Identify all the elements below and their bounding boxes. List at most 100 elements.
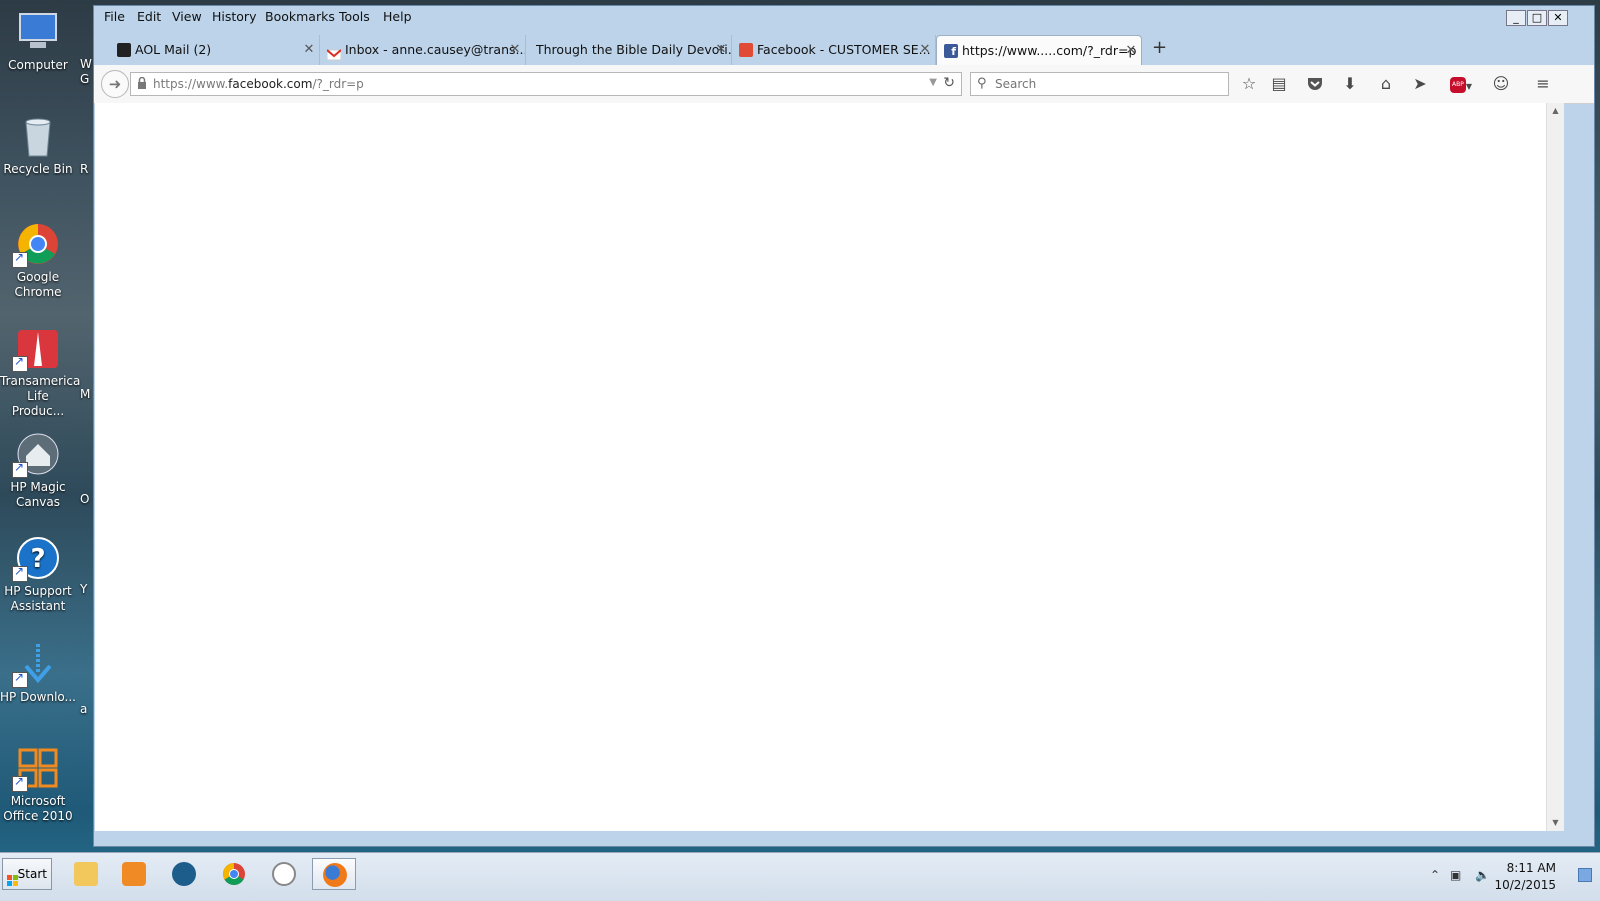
close-tab-icon[interactable]: ✕ — [714, 35, 728, 65]
desktop-icon-label: Google Chrome — [14, 270, 62, 299]
menu-history[interactable]: History — [212, 9, 256, 24]
shortcut-arrow-icon — [12, 564, 28, 582]
desktop-icon-transamerica[interactable]: Transamerica Life Produc... — [0, 326, 80, 419]
navigation-toolbar: ➜ https://www.facebook.com/?_rdr=p ▼ ↻ ⚲… — [94, 65, 1594, 104]
tab-title: Inbox - anne.causey@trans... — [345, 42, 526, 57]
clock-time[interactable]: 8:11 AM — [1507, 861, 1556, 875]
tab-facebook-active[interactable]: f https://www.....com/?_rdr=p ✕ — [936, 35, 1142, 65]
gmail-icon — [326, 43, 342, 61]
taskbar: Start ⌃ ▣ 🔈 8:11 AM 10/2/2015 — [0, 852, 1600, 901]
chrome-icon — [222, 862, 246, 886]
menu-edit[interactable]: Edit — [137, 9, 161, 24]
download-icon[interactable]: ⬇ — [1339, 74, 1361, 94]
reload-icon[interactable]: ↻ — [943, 75, 955, 91]
url-prefix: https://www. — [153, 77, 229, 91]
clipped-desktop-label: R — [80, 162, 89, 176]
volume-icon[interactable]: 🔈 — [1475, 868, 1490, 882]
scroll-up-icon[interactable]: ▲ — [1547, 103, 1564, 119]
shortcut-arrow-icon — [12, 354, 28, 372]
show-desktop-icon[interactable] — [1578, 868, 1592, 882]
page-content[interactable] — [95, 103, 1546, 831]
tab-title: Facebook - CUSTOMER SE... — [757, 42, 931, 57]
url-domain: facebook.com — [228, 77, 313, 91]
download-arrow-icon — [12, 642, 60, 688]
desktop-icon-label: HP Magic Canvas — [10, 480, 66, 509]
url-history-dropdown-icon[interactable]: ▼ — [929, 77, 937, 88]
taskbar-file-explorer[interactable] — [64, 858, 108, 890]
url-suffix: /?_rdr=p — [312, 77, 364, 91]
taskbar-hp[interactable] — [162, 858, 206, 890]
menu-tools[interactable]: Tools — [339, 9, 370, 24]
back-arrow-icon: ➜ — [108, 75, 122, 93]
bookmark-star-icon[interactable]: ☆ — [1238, 74, 1260, 94]
chevron-down-icon: ▼ — [1465, 82, 1473, 91]
clipped-desktop-label: M — [80, 387, 91, 401]
scroll-down-icon[interactable]: ▼ — [1547, 815, 1564, 831]
back-button[interactable]: ➜ — [101, 70, 129, 98]
reading-list-icon[interactable]: ▤ — [1268, 74, 1290, 94]
facebook-icon: f — [944, 44, 958, 58]
menu-view[interactable]: View — [172, 9, 202, 24]
url-bar[interactable]: https://www.facebook.com/?_rdr=p ▼ ↻ — [130, 72, 962, 96]
pocket-icon[interactable] — [1304, 74, 1326, 94]
close-tab-icon[interactable]: ✕ — [302, 35, 316, 65]
minimize-button[interactable]: _ — [1506, 10, 1526, 26]
tab-through-the-bible[interactable]: Through the Bible Daily Devoti... ✕ — [526, 35, 732, 65]
menu-file[interactable]: File — [104, 9, 125, 24]
close-tab-icon[interactable]: ✕ — [1124, 36, 1138, 65]
firefox-icon — [323, 863, 347, 887]
recycle-bin-icon — [16, 114, 60, 158]
clipped-desktop-label: a — [80, 702, 88, 716]
network-icon[interactable]: ▣ — [1450, 868, 1461, 882]
tab-title: https://www.....com/?_rdr=p — [962, 43, 1137, 58]
hamburger-menu-icon[interactable]: ≡ — [1532, 74, 1554, 94]
home-icon[interactable]: ⌂ — [1375, 74, 1397, 94]
desktop-icon-label: HP Downlo... — [0, 690, 76, 704]
start-button[interactable]: Start — [2, 858, 52, 890]
desktop-icon-label: Microsoft Office 2010 — [3, 794, 73, 823]
maximize-button[interactable]: □ — [1527, 10, 1547, 26]
computer-icon — [16, 10, 60, 54]
close-tab-icon[interactable]: ✕ — [918, 35, 932, 65]
show-hidden-icons-icon[interactable]: ⌃ — [1430, 868, 1440, 882]
desktop-icon-recycle-bin[interactable]: Recycle Bin — [0, 114, 76, 177]
url-text[interactable]: https://www.facebook.com/?_rdr=p — [153, 77, 364, 91]
tab-aol-mail[interactable]: AOL Mail (2) ✕ — [110, 35, 320, 65]
adblock-plus-icon[interactable]: ABP ▼ — [1444, 74, 1478, 94]
desktop-icon-label: Recycle Bin — [3, 162, 73, 176]
send-icon[interactable]: ➤ — [1409, 74, 1431, 94]
desktop-icon-computer[interactable]: Computer — [0, 10, 76, 73]
search-input[interactable] — [993, 76, 1217, 92]
chat-icon[interactable]: ☺ — [1490, 74, 1512, 94]
shortcut-arrow-icon — [12, 774, 28, 792]
menu-help[interactable]: Help — [383, 9, 412, 24]
vertical-scrollbar[interactable]: ▲ ▼ — [1546, 103, 1564, 831]
taskbar-chrome[interactable] — [212, 858, 256, 890]
clock-date[interactable]: 10/2/2015 — [1494, 878, 1556, 892]
desktop-icon-label: Computer — [8, 58, 68, 72]
close-window-button[interactable]: ✕ — [1548, 10, 1568, 26]
tab-strip: AOL Mail (2) ✕ Inbox - anne.causey@trans… — [94, 33, 1594, 65]
taskbar-firefox[interactable] — [312, 858, 356, 890]
desktop-icon-google-chrome[interactable]: Google Chrome — [0, 222, 76, 300]
menu-bookmarks[interactable]: Bookmarks — [265, 9, 335, 24]
desktop-icon-hp-magic-canvas[interactable]: HP Magic Canvas — [0, 432, 76, 510]
search-bar[interactable]: ⚲ — [970, 72, 1229, 96]
tab-facebook-customer-service[interactable]: Facebook - CUSTOMER SE... ✕ — [732, 35, 936, 65]
desktop-icon-hp-download[interactable]: HP Downlo... — [0, 642, 76, 705]
search-icon: ⚲ — [977, 76, 987, 91]
tab-gmail-inbox[interactable]: Inbox - anne.causey@trans... ✕ — [320, 35, 526, 65]
new-tab-button[interactable]: + — [1152, 37, 1167, 58]
taskbar-media-player[interactable] — [112, 858, 156, 890]
aol-icon — [117, 43, 131, 57]
desktop-icon-microsoft-office[interactable]: Microsoft Office 2010 — [0, 746, 76, 824]
system-tray: ⌃ ▣ 🔈 8:11 AM 10/2/2015 — [1420, 853, 1600, 901]
taskbar-circle-app[interactable] — [262, 858, 306, 890]
close-tab-icon[interactable]: ✕ — [508, 35, 522, 65]
shortcut-arrow-icon — [12, 670, 28, 688]
desktop-icon-label: Transamerica Life Produc... — [0, 374, 81, 418]
lock-icon — [137, 76, 147, 90]
desktop: Computer Recycle Bin Google Chrome Trans… — [0, 0, 95, 852]
desktop-icon-hp-support-assistant[interactable]: ? HP Support Assistant — [0, 536, 76, 614]
start-label: Start — [17, 867, 47, 881]
